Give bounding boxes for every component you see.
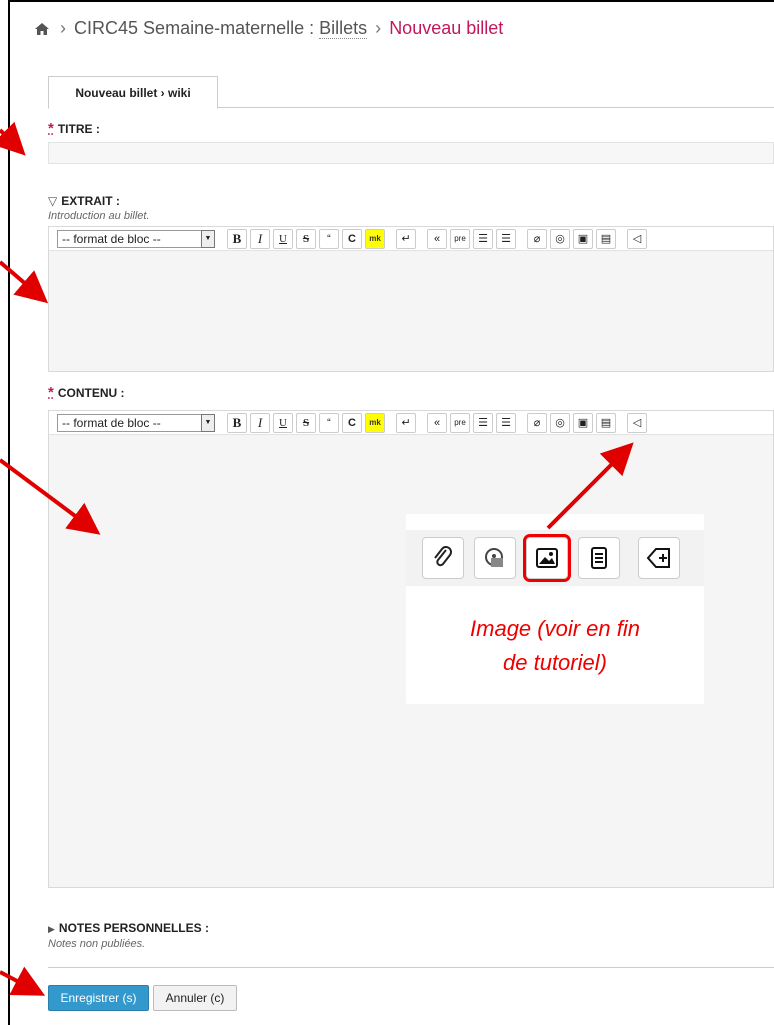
save-button[interactable]: Enregistrer (s) [48,985,149,1011]
code-button[interactable]: C [342,412,362,433]
breadcrumb-current: Nouveau billet [389,18,504,38]
breadcrumb-site: CIRC45 Semaine-maternelle : [74,18,320,38]
format-select[interactable]: -- format de bloc -- ▼ [57,229,215,248]
document-icon [578,537,620,579]
footer-divider [48,967,774,968]
image-button[interactable]: ▣ [573,228,593,249]
home-icon[interactable] [34,20,50,41]
expand-toggle-icon[interactable]: ▶ [48,924,55,934]
unordered-list-button[interactable]: ☰ [473,228,493,249]
contenu-label: * CONTENU : [48,384,125,401]
tab-bar: Nouveau billet › wiki [48,76,774,109]
tag-button[interactable]: ◁ [627,228,647,249]
bold-button[interactable]: B [227,412,247,433]
extrait-hint: Introduction au billet. [48,210,150,222]
dropdown-arrow-icon[interactable]: ▼ [201,413,215,432]
ordered-list-button[interactable]: ☰ [496,412,516,433]
collapse-toggle-icon[interactable]: ▽ [48,194,57,208]
callout-caption: Image (voir en fin de tutoriel) [406,612,704,680]
notes-label-text: NOTES PERSONNELLES : [58,921,209,935]
media-icon [474,537,516,579]
cancel-button[interactable]: Annuler (c) [153,985,237,1011]
callout-caption-line2: de tutoriel) [503,650,607,675]
media-button[interactable]: ◎ [550,412,570,433]
link-button[interactable]: ⌀ [527,412,547,433]
link-icon [422,537,464,579]
zoom-toolbar [406,530,704,586]
media-button[interactable]: ◎ [550,228,570,249]
required-mark: * [48,384,54,401]
bold-button[interactable]: B [227,228,247,249]
newline-button[interactable]: ↵ [396,228,416,249]
callout-caption-line1: Image (voir en fin [470,616,640,641]
quote-button[interactable]: “ [319,412,339,433]
underline-button[interactable]: U [273,412,293,433]
italic-button[interactable]: I [250,228,270,249]
extrait-label-text: EXTRAIT : [61,194,120,208]
tag-add-icon [638,537,680,579]
quote-button[interactable]: “ [319,228,339,249]
extrait-toolbar: -- format de bloc -- ▼ B I U S “ C mk ↵ «… [49,227,773,251]
underline-button[interactable]: U [273,228,293,249]
image-icon [523,534,571,582]
unordered-list-button[interactable]: ☰ [473,412,493,433]
image-button[interactable]: ▣ [573,412,593,433]
titre-label-text: TITRE : [57,122,100,136]
strike-button[interactable]: S [296,412,316,433]
pre-button[interactable]: pre [450,228,470,249]
extrait-editor[interactable]: -- format de bloc -- ▼ B I U S “ C mk ↵ «… [48,226,774,372]
toolbar-zoom-callout: Image (voir en fin de tutoriel) [406,514,704,704]
link-button[interactable]: ⌀ [527,228,547,249]
extrait-label[interactable]: ▽ EXTRAIT : [48,194,120,208]
format-select[interactable]: -- format de bloc -- ▼ [57,413,215,432]
italic-button[interactable]: I [250,412,270,433]
strike-button[interactable]: S [296,228,316,249]
breadcrumb-billets-link[interactable]: Billets [319,18,368,39]
format-select-value: -- format de bloc -- [62,231,161,246]
document-button[interactable]: ▤ [596,412,616,433]
notes-label[interactable]: ▶ NOTES PERSONNELLES : [48,921,209,935]
newline-button[interactable]: ↵ [396,412,416,433]
mark-button[interactable]: mk [365,412,385,433]
dropdown-arrow-icon[interactable]: ▼ [201,229,215,248]
code-button[interactable]: C [342,228,362,249]
required-mark: * [48,120,54,137]
tab-nouveau-billet-wiki[interactable]: Nouveau billet › wiki [48,76,218,109]
breadcrumb-separator: › [375,18,382,38]
mark-button[interactable]: mk [365,228,385,249]
titre-label: * TITRE : [48,120,100,137]
breadcrumb-separator: › [60,18,67,38]
notes-hint: Notes non publiées. [48,938,146,950]
pre-button[interactable]: pre [450,412,470,433]
ordered-list-button[interactable]: ☰ [496,228,516,249]
contenu-label-text: CONTENU : [57,386,125,400]
blockquote-button[interactable]: « [427,412,447,433]
breadcrumb: › CIRC45 Semaine-maternelle : Billets › … [34,18,503,41]
titre-input[interactable] [48,142,774,164]
format-select-value: -- format de bloc -- [62,415,161,430]
blockquote-button[interactable]: « [427,228,447,249]
tag-button[interactable]: ◁ [627,412,647,433]
document-button[interactable]: ▤ [596,228,616,249]
contenu-toolbar: -- format de bloc -- ▼ B I U S “ C mk ↵ «… [49,411,773,435]
